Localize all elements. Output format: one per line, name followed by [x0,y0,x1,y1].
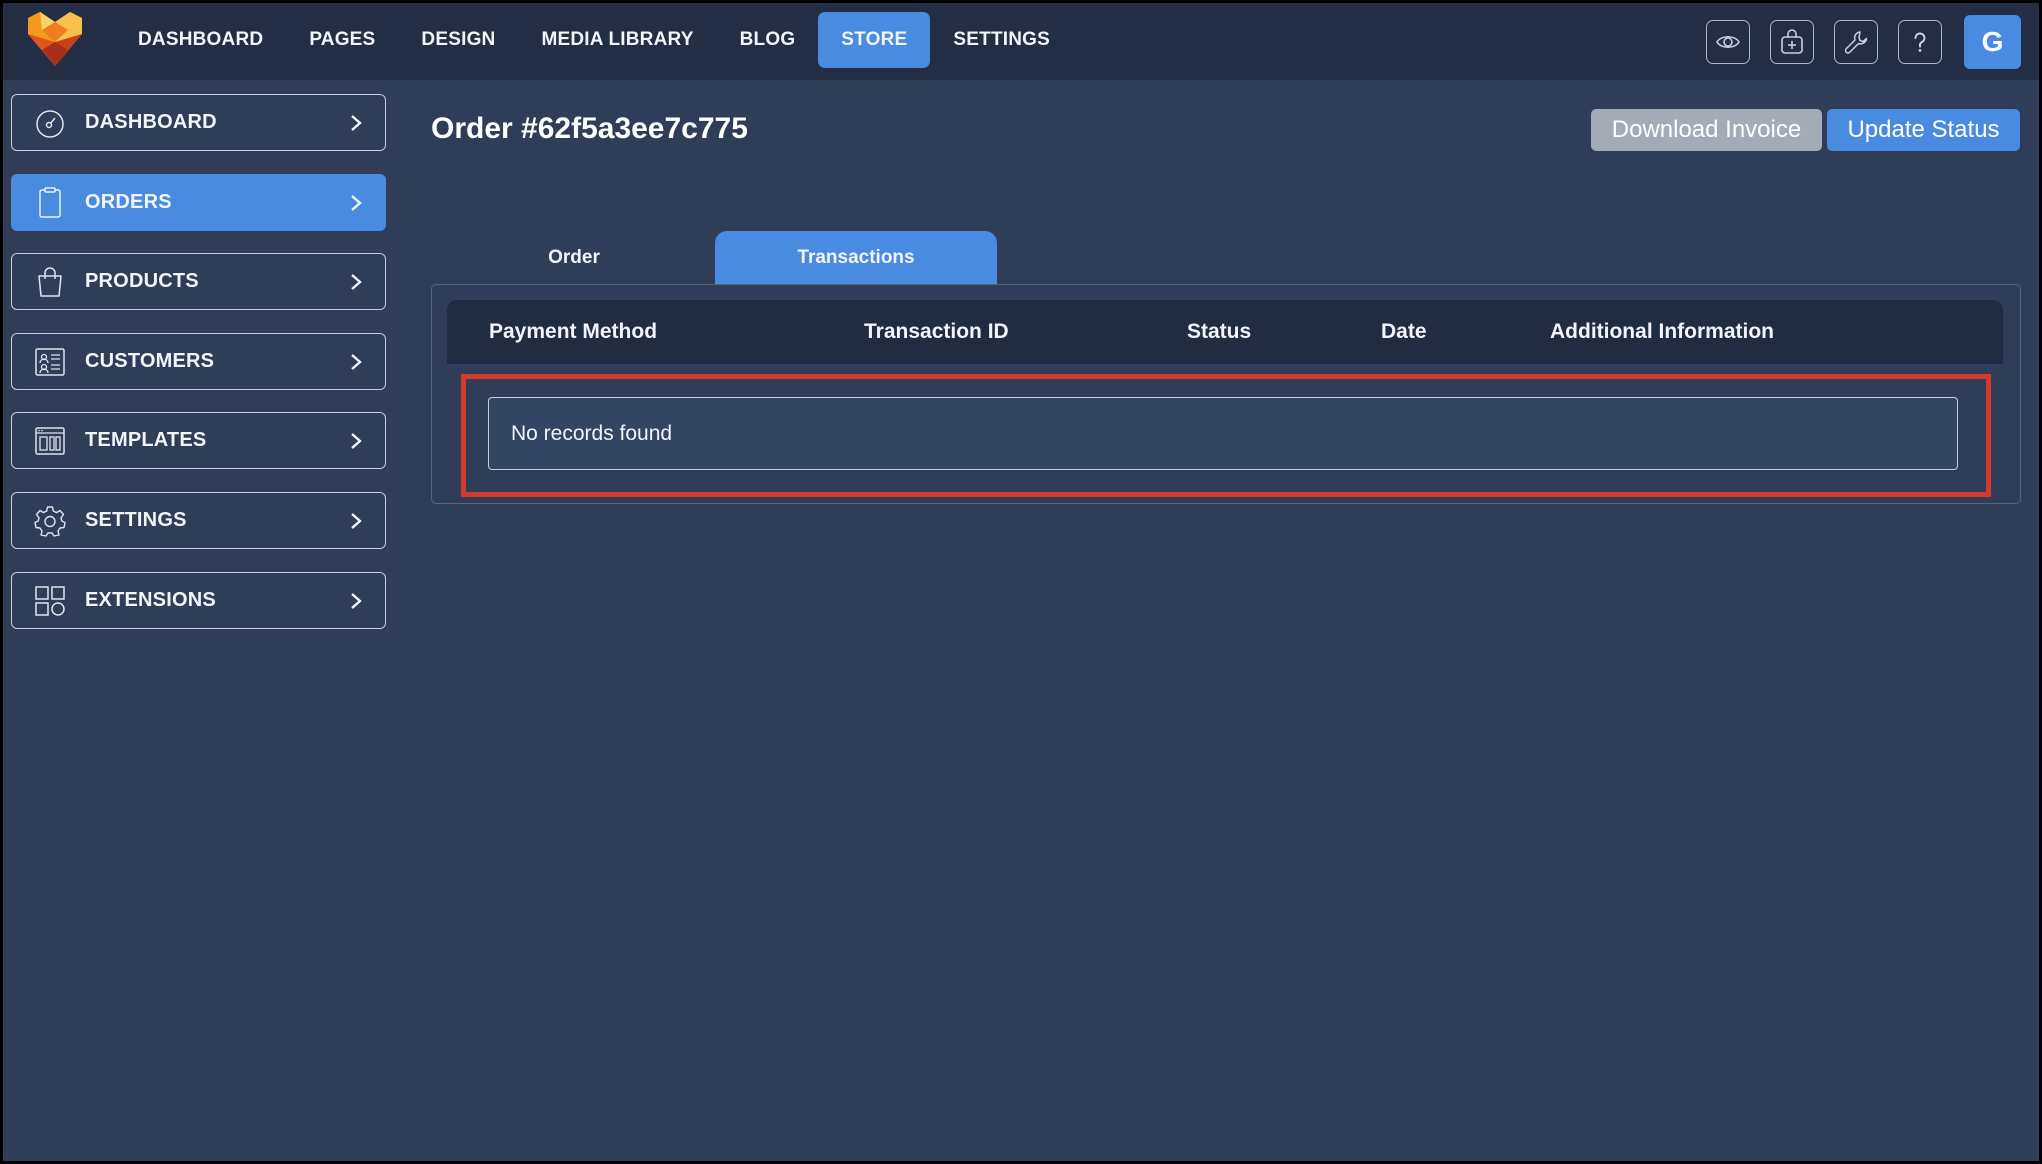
chevron-right-icon [351,592,362,609]
shopping-bag-icon [34,266,66,298]
chevron-right-icon [351,274,362,291]
sidebar-item-label: SETTINGS [85,508,187,531]
chevron-right-icon [351,513,362,529]
page-title: Order #62f5a3ee7c775 [431,112,748,145]
speedometer-icon [34,107,66,139]
sidebar-item-templates[interactable]: TEMPLATES [11,412,386,470]
app-window: DASHBOARD PAGES DESIGN MEDIA LIBRARY BLO… [3,3,2039,1161]
sidebar-item-extensions[interactable]: EXTENSIONS [11,571,386,629]
download-invoice-button[interactable]: Download Invoice [1591,109,1822,151]
clipboard-icon [34,186,66,219]
column-header-payment-method[interactable]: Payment Method [489,300,657,364]
nav-settings[interactable]: SETTINGS [930,12,1073,68]
layout-icon [34,425,66,457]
chevron-right-icon [351,353,362,370]
nav-design[interactable]: DESIGN [398,12,518,68]
sidebar-item-settings[interactable]: SETTINGS [11,491,386,549]
column-header-transaction-id[interactable]: Transaction ID [864,300,1009,364]
chevron-right-icon [351,194,362,211]
preview-button[interactable] [1706,20,1750,64]
main-menu: DASHBOARD PAGES DESIGN MEDIA LIBRARY BLO… [115,12,1073,68]
order-tabs: Order Transactions [433,231,997,285]
user-avatar[interactable]: G [1964,15,2021,69]
wrench-icon [1844,31,1868,54]
logo-icon[interactable] [24,10,86,68]
sidebar-item-dashboard[interactable]: DASHBOARD [11,94,386,151]
tools-button[interactable] [1834,20,1878,64]
nav-dashboard[interactable]: DASHBOARD [115,12,286,68]
update-status-button[interactable]: Update Status [1827,109,2020,151]
column-header-status[interactable]: Status [1187,300,1251,364]
sidebar-item-label: CUSTOMERS [85,349,215,372]
help-button[interactable] [1898,20,1942,64]
nav-store[interactable]: STORE [818,12,931,68]
tab-order[interactable]: Order [433,231,715,285]
sidebar-item-label: PRODUCTS [85,270,199,293]
help-icon [1914,32,1926,52]
apps-grid-icon [34,585,66,617]
sidebar-item-customers[interactable]: CUSTOMERS [11,332,386,390]
sidebar: DASHBOARD ORDERS PRODUCTS CUSTOMERS TEMP… [11,94,386,651]
chevron-right-icon [351,115,362,131]
table-header: Payment Method Transaction ID Status Dat… [447,300,2003,364]
nav-blog[interactable]: BLOG [717,12,819,68]
sidebar-item-label: EXTENSIONS [85,588,216,611]
sidebar-item-products[interactable]: PRODUCTS [11,253,386,311]
top-navigation-bar: DASHBOARD PAGES DESIGN MEDIA LIBRARY BLO… [3,3,2039,80]
chevron-right-icon [351,433,362,450]
sidebar-item-label: TEMPLATES [85,429,207,452]
sidebar-item-orders[interactable]: ORDERS [11,173,386,231]
tab-transactions[interactable]: Transactions [715,231,997,285]
empty-state-row: No records found [488,397,1958,470]
column-header-additional-information[interactable]: Additional Information [1550,300,1774,364]
gear-icon [34,505,66,537]
sidebar-item-label: ORDERS [85,190,172,213]
toolbar-icons: G [1706,15,2021,69]
nav-pages[interactable]: PAGES [286,12,398,68]
column-header-date[interactable]: Date [1381,300,1427,364]
nav-media-library[interactable]: MEDIA LIBRARY [518,12,716,68]
transactions-panel: Payment Method Transaction ID Status Dat… [431,284,2021,504]
add-to-bag-button[interactable] [1770,20,1814,64]
sidebar-item-label: DASHBOARD [85,111,217,133]
add-to-bag-icon [1781,29,1803,54]
eye-icon [1716,35,1740,49]
contact-card-icon [34,346,66,378]
